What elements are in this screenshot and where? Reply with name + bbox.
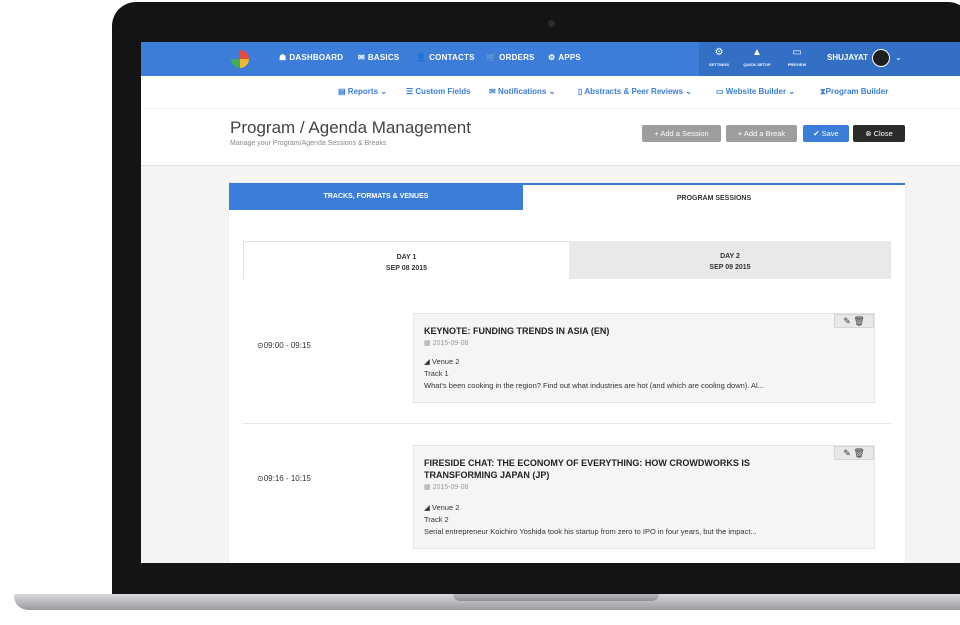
envelope-icon: ✉: [489, 87, 496, 96]
add-break-button[interactable]: + Add a Break: [726, 125, 797, 142]
nav-contacts[interactable]: 👤 CONTACTS: [416, 53, 475, 62]
nav-basics[interactable]: ✉ BASICS: [358, 53, 399, 62]
subnav-reports[interactable]: ▤ Reports ⌄: [338, 87, 387, 96]
laptop-notch: [453, 594, 659, 601]
session-track: Track 2: [424, 515, 449, 524]
megaphone-icon: ✉: [358, 53, 365, 62]
chevron-down-icon: ⌄: [685, 87, 692, 96]
logo-icon[interactable]: [231, 50, 249, 68]
tab-program-sessions[interactable]: PROGRAM SESSIONS: [523, 183, 905, 210]
laptop-icon: ▭: [716, 87, 724, 96]
nav-orders[interactable]: 🛒 ORDERS: [486, 53, 535, 62]
session-time: ⊙09:16 - 10:15: [257, 474, 311, 483]
settings-button[interactable]: ⚙ SETTINGS: [704, 46, 734, 67]
monitor-icon: ▭: [792, 47, 802, 58]
page-header: Program / Agenda Management Manage your …: [141, 109, 960, 166]
quick-setup-button[interactable]: ▲ QUICK SETUP: [742, 46, 772, 67]
session-description: What's been cooking in the region? Find …: [424, 381, 764, 390]
day-tab-2[interactable]: DAY 2 SEP 09 2015: [569, 241, 891, 279]
top-nav: ☗ DASHBOARD ✉ BASICS 👤 CONTACTS 🛒 ORDERS ⚙ AP…: [141, 42, 960, 76]
nav-dashboard[interactable]: ☗ DASHBOARD: [279, 53, 343, 62]
document-icon: ▯: [578, 87, 583, 96]
rocket-icon: ▲: [752, 47, 762, 58]
subnav-website-builder[interactable]: ▭ Website Builder ⌄: [716, 87, 795, 96]
preview-button[interactable]: ▭ PREVIEW: [782, 46, 812, 67]
session-date: ▦ 2015-09-08: [424, 340, 469, 347]
chevron-down-icon: ⌄: [380, 87, 387, 96]
session-date: ▦ 2015-09-08: [424, 484, 469, 491]
subnav-notifications[interactable]: ✉ Notifications ⌄: [489, 87, 555, 96]
user-name[interactable]: SHUJAYAT: [827, 53, 868, 62]
settings-icon: ⚙: [714, 47, 724, 58]
chevron-down-icon: ⌄: [548, 87, 556, 96]
session-card[interactable]: ✎ 🗑 KEYNOTE: FUNDING TRENDS IN ASIA (EN)…: [413, 313, 875, 403]
session-venue: ◢ Venue 2: [424, 503, 460, 512]
session-venue: ◢ Venue 2: [424, 357, 460, 366]
dashboard-icon: ☗: [279, 53, 287, 62]
user-icon: 👤: [416, 53, 427, 62]
page-subtitle: Manage your Program/Agenda Sessions & Br…: [230, 140, 387, 147]
sub-nav: ▤ Reports ⌄ ☰ Custom Fields ✉ Notificati…: [141, 76, 960, 108]
session-title: FIRESIDE CHAT: THE ECONOMY OF EVERYTHING…: [424, 458, 750, 480]
close-button[interactable]: ⊗ Close: [853, 125, 905, 142]
program-card: TRACKS, FORMATS & VENUES PROGRAM SESSION…: [229, 183, 905, 563]
chevron-down-icon: ⌄: [788, 87, 796, 96]
cart-icon: 🛒: [486, 53, 497, 62]
session-actions: ✎ 🗑: [834, 314, 874, 328]
trash-icon[interactable]: 🗑: [853, 448, 864, 458]
edit-icon[interactable]: ✎: [843, 448, 851, 458]
reports-icon: ▤: [338, 87, 346, 96]
session-track: Track 1: [424, 369, 449, 378]
page-title: Program / Agenda Management: [230, 118, 471, 137]
session-title: KEYNOTE: FUNDING TRENDS IN ASIA (EN): [424, 326, 610, 336]
session-card[interactable]: ✎ 🗑 FIRESIDE CHAT: THE ECONOMY OF EVERYT…: [413, 445, 875, 549]
day-tab-1[interactable]: DAY 1 SEP 08 2015: [243, 241, 569, 279]
session-actions: ✎ 🗑: [834, 446, 874, 460]
subnav-program-builder[interactable]: ⧗Program Builder: [820, 87, 888, 97]
subnav-custom-fields[interactable]: ☰ Custom Fields: [406, 87, 471, 96]
trash-icon[interactable]: 🗑: [853, 316, 864, 326]
camera-icon: [548, 20, 555, 27]
chevron-down-icon[interactable]: ⌄: [895, 53, 902, 62]
save-button[interactable]: ✔ Save: [803, 125, 849, 142]
session-time: ⊙09:00 - 09:15: [257, 341, 311, 350]
session-description: Serial entrepreneur Koichiro Yoshida too…: [424, 527, 757, 536]
avatar[interactable]: [872, 49, 890, 67]
list-icon: ☰: [406, 87, 414, 96]
session-divider: [243, 423, 891, 424]
app-screen: ☗ DASHBOARD ✉ BASICS 👤 CONTACTS 🛒 ORDERS ⚙ AP…: [141, 42, 960, 563]
tab-tracks-formats-venues[interactable]: TRACKS, FORMATS & VENUES: [229, 183, 523, 210]
subnav-abstracts[interactable]: ▯ Abstracts & Peer Reviews ⌄: [578, 87, 692, 96]
nav-apps[interactable]: ⚙ APPS: [548, 53, 581, 62]
cogs-icon: ⚙: [548, 53, 556, 62]
add-session-button[interactable]: + Add a Session: [642, 125, 721, 142]
edit-icon[interactable]: ✎: [843, 316, 851, 326]
